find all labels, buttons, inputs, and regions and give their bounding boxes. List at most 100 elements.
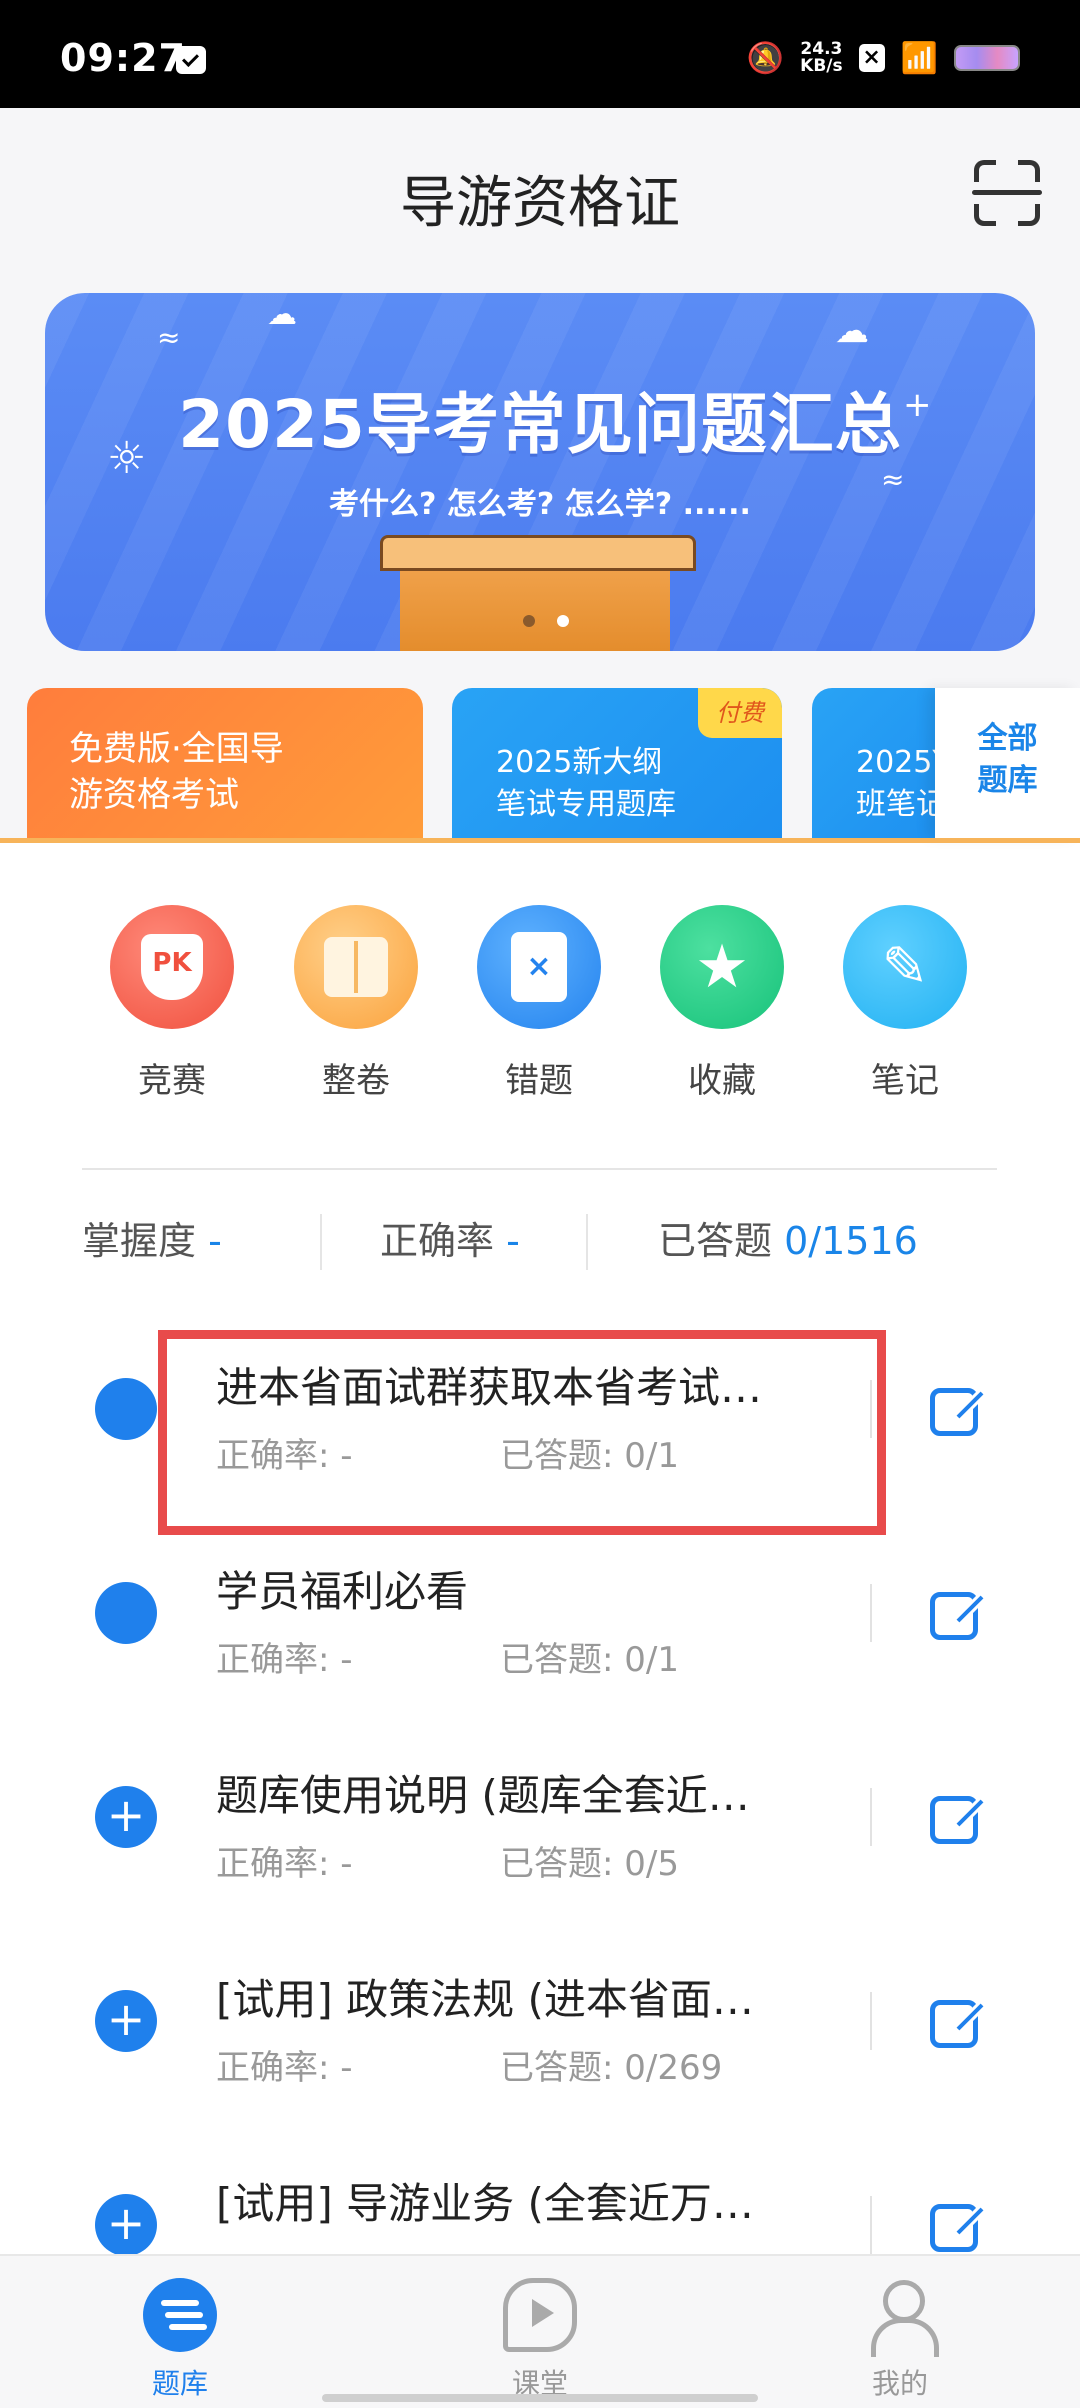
shortcut-grid: PK 竞赛 整卷 × 错题 ★ 收藏 ✎ 笔记 (0, 905, 1080, 1105)
category-card-2025-new[interactable]: 付费 2025新大纲 笔试专用题库 (452, 688, 782, 838)
chapter-title: 题库使用说明 (题库全套近… (216, 1771, 750, 1820)
stat-label: 已答题 (658, 1219, 773, 1263)
tab-underline (0, 838, 1080, 843)
status-icons: 🔕 24.3 KB/s × 📶 (747, 38, 1020, 78)
row-separator (870, 1788, 872, 1846)
stats-row: 掌握度 - 正确率 - 已答题 0/1516 (0, 1210, 1080, 1280)
banner-box-illustration (380, 535, 696, 651)
stat-separator (586, 1214, 588, 1270)
stat-label: 正确率 (380, 1219, 495, 1263)
stat-mastery: 掌握度 - (82, 1210, 222, 1265)
pen-note-icon: ✎ (843, 905, 967, 1029)
status-bar: 09:27 🔕 24.3 KB/s × 📶 (0, 0, 1080, 108)
nav-question-bank[interactable]: 题库 (100, 2278, 260, 2402)
row-separator (870, 1992, 872, 2050)
expand-icon[interactable] (95, 1582, 157, 1644)
edit-icon[interactable] (930, 1994, 988, 2052)
banner-title: 2025导考常见问题汇总 (178, 386, 902, 463)
all-bank-line1: 全部 (977, 721, 1038, 756)
mute-bell-icon: 🔕 (746, 40, 785, 76)
shortcut-wrong-questions[interactable]: × 错题 (464, 905, 614, 1102)
question-bank-icon (143, 2278, 217, 2352)
banner-dot-active (557, 615, 569, 627)
chapter-answered: 已答题: 0/269 (500, 2048, 723, 2088)
chapter-title: [试用] 导游业务 (全套近万… (216, 2179, 754, 2228)
paid-tag: 付费 (698, 688, 782, 738)
nav-mine[interactable]: 我的 (820, 2278, 980, 2402)
card-line2: 游资格考试 (69, 775, 239, 815)
card-line2: 笔试专用题库 (496, 787, 676, 822)
highlight-box (158, 1330, 886, 1535)
network-speed: 24.3 KB/s (800, 41, 842, 75)
all-question-bank-button[interactable]: 全部 题库 (935, 688, 1080, 838)
chapter-title: 学员福利必看 (216, 1567, 469, 1616)
nav-classroom[interactable]: 课堂 (460, 2278, 620, 2402)
stat-value: 0/1516 (784, 1219, 918, 1263)
star-icon: ★ (660, 905, 784, 1029)
stat-accuracy: 正确率 - (380, 1210, 520, 1265)
all-bank-line2: 题库 (977, 763, 1038, 798)
expand-icon[interactable] (95, 1378, 157, 1440)
wifi-icon: 📶 (900, 40, 938, 76)
banner-pager (523, 615, 569, 627)
list-item[interactable]: + [试用] 政策法规 (进本省面… 正确率: - 已答题: 0/269 (0, 1932, 1080, 2136)
bottom-nav: 题库 课堂 我的 (0, 2254, 1080, 2408)
section-divider (82, 1168, 997, 1170)
pk-shield-icon: PK (110, 905, 234, 1029)
chapter-answered: 已答题: 0/5 (500, 1844, 679, 1884)
battery-icon (954, 45, 1020, 71)
shortcut-label: 错题 (505, 1061, 573, 1101)
chapter-accuracy: 正确率: - (216, 2048, 353, 2088)
stat-value: - (506, 1219, 520, 1263)
user-icon (863, 2278, 939, 2357)
shortcut-notes[interactable]: ✎ 笔记 (830, 905, 980, 1102)
message-notification-icon (176, 46, 206, 74)
network-speed-unit: KB/s (800, 56, 843, 76)
sim-x-icon: × (858, 44, 885, 72)
nav-label: 题库 (151, 2367, 208, 2400)
cloud-icon: ☁ (835, 311, 869, 351)
chapter-answered: 已答题: 0/1 (500, 1640, 679, 1680)
expand-icon[interactable]: + (95, 2194, 157, 2256)
edit-icon[interactable] (930, 1382, 988, 1440)
chapter-accuracy: 正确率: - (216, 1640, 353, 1680)
list-item[interactable]: 学员福利必看 正确率: - 已答题: 0/1 (0, 1524, 1080, 1728)
edit-icon[interactable] (930, 1790, 988, 1848)
row-separator (870, 1584, 872, 1642)
home-indicator[interactable] (322, 2394, 758, 2402)
chapter-title: [试用] 政策法规 (进本省面… (216, 1975, 754, 2024)
shortcut-competition[interactable]: PK 竞赛 (97, 905, 247, 1102)
shortcut-label: 收藏 (688, 1061, 756, 1101)
play-chat-icon (503, 2278, 577, 2352)
shortcut-full-paper[interactable]: 整卷 (281, 905, 431, 1102)
stat-label: 掌握度 (82, 1219, 197, 1263)
edit-icon[interactable] (930, 1586, 988, 1644)
list-item[interactable]: + 题库使用说明 (题库全套近… 正确率: - 已答题: 0/5 (0, 1728, 1080, 1932)
shortcut-favorites[interactable]: ★ 收藏 (647, 905, 797, 1102)
promo-banner[interactable]: ☁ ☁ ≈ ≈ ☼ + 2025导考常见问题汇总 考什么? 怎么考? 怎么学? … (45, 293, 1035, 651)
chapter-accuracy: 正确率: - (216, 1844, 353, 1884)
shortcut-label: 竞赛 (138, 1061, 206, 1101)
expand-icon[interactable]: + (95, 1990, 157, 2052)
wrong-question-icon: × (477, 905, 601, 1029)
wave-icon: ≈ (157, 321, 181, 354)
pk-badge: PK (141, 934, 203, 1000)
card-line1: 免费版·全国导 (69, 729, 284, 769)
category-card-free[interactable]: 免费版·全国导 游资格考试 (27, 688, 423, 838)
stat-value: - (208, 1219, 222, 1263)
banner-dot (523, 615, 535, 627)
wrong-mark: × (511, 932, 567, 1002)
page-title: 导游资格证 (400, 171, 680, 236)
shortcut-label: 笔记 (871, 1061, 939, 1101)
scan-icon[interactable] (972, 160, 1042, 226)
stat-separator (320, 1214, 322, 1270)
shortcut-label: 整卷 (322, 1061, 390, 1101)
edit-icon[interactable] (930, 2198, 988, 2256)
map-book-icon (294, 905, 418, 1029)
nav-label: 我的 (871, 2367, 928, 2400)
cloud-icon: ☁ (267, 297, 297, 332)
status-time: 09:27 (60, 36, 186, 80)
banner-subtitle: 考什么? 怎么考? 怎么学? ...... (329, 487, 751, 522)
expand-icon[interactable]: + (95, 1786, 157, 1848)
stat-answered: 已答题 0/1516 (658, 1210, 918, 1265)
